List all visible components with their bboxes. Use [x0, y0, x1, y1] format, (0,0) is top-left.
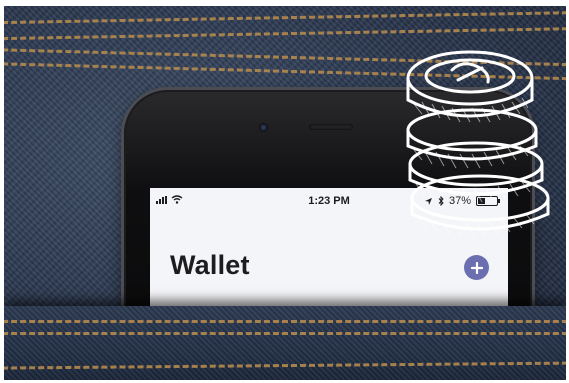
page-title: Wallet [170, 250, 250, 280]
denim-pocket-photo: 1:23 PM 37% Wallet [4, 6, 566, 380]
add-pass-button[interactable] [464, 255, 489, 280]
front-camera [259, 123, 268, 132]
pocket-edge [4, 306, 566, 380]
stitching-line [4, 361, 566, 370]
coin-stack-icon [406, 50, 550, 237]
stitching-line [4, 332, 566, 335]
earpiece [309, 124, 353, 130]
stitching-line [4, 10, 566, 25]
stitching-line [4, 320, 566, 323]
plus-icon [470, 261, 483, 274]
